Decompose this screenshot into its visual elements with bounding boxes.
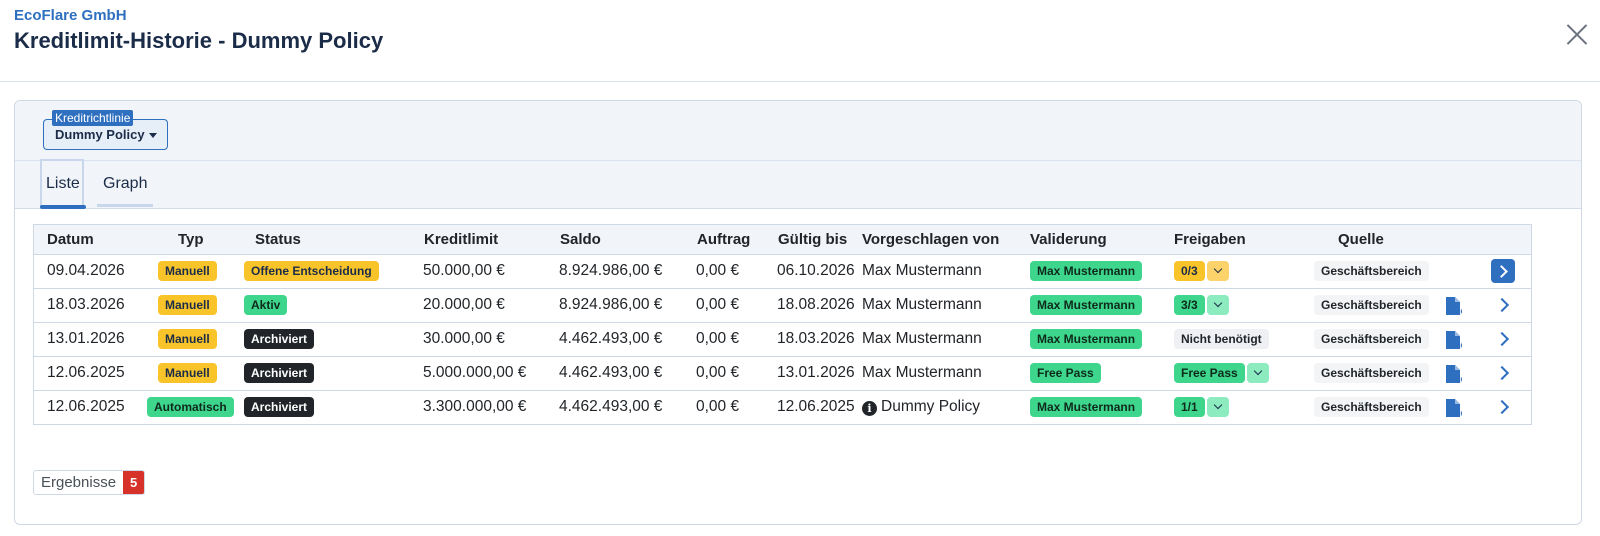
chevron-right-icon[interactable] (1491, 293, 1515, 317)
type-badge: Manuell (158, 363, 217, 383)
svg-text:PDF: PDF (1453, 412, 1463, 418)
table-row: 18.03.2026 Manuell Aktiv 20.000,00 € 8.9… (34, 288, 1531, 322)
status-badge: Archiviert (244, 363, 315, 383)
chevron-down-icon[interactable] (1206, 397, 1229, 418)
source-badge: Geschäftsbereich (1314, 363, 1429, 383)
results-counter: Ergebnisse 5 (33, 470, 146, 495)
type-badge: Automatisch (147, 397, 234, 418)
svg-text:PDF: PDF (1453, 343, 1463, 349)
chevron-down-icon[interactable] (1206, 294, 1229, 315)
col-typ: Typ (131, 225, 242, 255)
pdf-icon[interactable]: PDF (1444, 364, 1464, 383)
status-badge: Offene Entscheidung (244, 261, 379, 281)
tab-graph[interactable]: Graph (97, 159, 153, 207)
chevron-down-icon[interactable] (1246, 362, 1269, 383)
validation-badge: Max Mustermann (1030, 295, 1143, 315)
source-badge: Geschäftsbereich (1314, 295, 1429, 315)
approvals-badge: 1/1 (1174, 397, 1205, 418)
status-badge: Aktiv (244, 295, 288, 315)
pdf-icon[interactable]: PDF (1444, 330, 1464, 349)
history-panel: Kreditrichtlinie Dummy Policy Liste Grap… (14, 100, 1582, 525)
source-badge: Geschäftsbereich (1314, 397, 1429, 418)
company-name: EcoFlare GmbH (14, 7, 127, 24)
chevron-right-icon[interactable] (1491, 259, 1515, 283)
validation-badge: Max Mustermann (1030, 397, 1143, 418)
chevron-right-icon[interactable] (1491, 327, 1515, 351)
validation-badge: Max Mustermann (1030, 261, 1143, 281)
source-badge: Geschäftsbereich (1314, 329, 1429, 349)
validation-badge: Max Mustermann (1030, 329, 1143, 349)
col-quelle: Quelle (1302, 225, 1436, 255)
type-badge: Manuell (158, 261, 217, 281)
chevron-right-icon[interactable] (1491, 395, 1515, 419)
col-vorgeschlagen: Vorgeschlagen von (858, 225, 1026, 255)
col-freigaben: Freigaben (1170, 225, 1302, 255)
table-row: 12.06.2025 Automatisch Archiviert 3.300.… (34, 390, 1531, 424)
panel-toolbar: Kreditrichtlinie Dummy Policy Liste Grap… (15, 101, 1581, 209)
policy-dropdown-label: Kreditrichtlinie (52, 110, 134, 126)
table-header-row: Datum Typ Status Kreditlimit Saldo Auftr… (34, 225, 1531, 255)
table-row: 09.04.2026 Manuell Offene Entscheidung 5… (34, 254, 1531, 288)
results-count-badge: 5 (123, 471, 145, 494)
policy-dropdown-value: Dummy Policy (55, 127, 157, 142)
col-validerung: Validerung (1026, 225, 1170, 255)
source-badge: Geschäftsbereich (1314, 261, 1429, 281)
col-saldo: Saldo (547, 225, 684, 255)
chevron-down-icon[interactable] (1206, 260, 1229, 281)
col-datum: Datum (34, 225, 131, 255)
chevron-right-icon[interactable] (1491, 361, 1515, 385)
table-row: 13.01.2026 Manuell Archiviert 30.000,00 … (34, 322, 1531, 356)
page-title: Kreditlimit-Historie - Dummy Policy (14, 28, 384, 53)
validation-badge: Free Pass (1030, 363, 1101, 383)
caret-down-icon (148, 133, 157, 139)
table-row: 12.06.2025 Manuell Archiviert 5.000.000,… (34, 356, 1531, 390)
type-badge: Manuell (158, 329, 217, 349)
col-status: Status (242, 225, 411, 255)
approvals-badge: Nicht benötigt (1174, 329, 1269, 349)
pdf-icon[interactable]: PDF (1444, 296, 1464, 315)
type-badge: Manuell (158, 295, 217, 315)
approvals-badge: 0/3 (1174, 261, 1205, 282)
history-table: Datum Typ Status Kreditlimit Saldo Auftr… (33, 224, 1532, 425)
info-icon[interactable]: i (862, 401, 877, 417)
approvals-badge: 3/3 (1174, 295, 1205, 316)
close-icon[interactable] (1560, 18, 1594, 52)
col-kreditlimit: Kreditlimit (411, 225, 547, 255)
modal-header: EcoFlare GmbH Kreditlimit-Historie - Dum… (0, 0, 1600, 82)
policy-dropdown[interactable]: Kreditrichtlinie Dummy Policy (43, 110, 168, 150)
status-badge: Archiviert (244, 329, 315, 349)
tab-liste[interactable]: Liste (40, 159, 86, 209)
pdf-icon[interactable]: PDF (1444, 398, 1464, 418)
col-gueltig: Gültig bis (765, 225, 858, 255)
svg-text:PDF: PDF (1453, 377, 1463, 383)
approvals-badge: Free Pass (1174, 363, 1245, 384)
svg-text:PDF: PDF (1453, 309, 1463, 315)
status-badge: Archiviert (244, 397, 315, 418)
col-auftrag: Auftrag (684, 225, 765, 255)
results-label: Ergebnisse (34, 471, 124, 494)
